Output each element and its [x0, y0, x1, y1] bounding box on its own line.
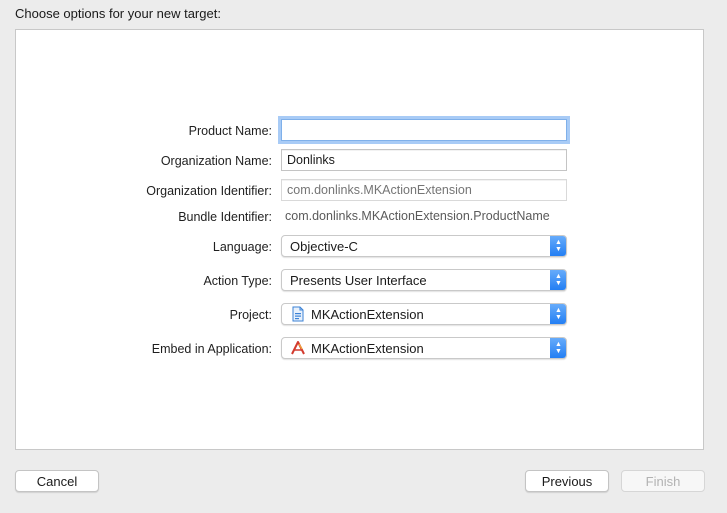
project-row: Project: MKActionExtension ▲ ▼	[16, 303, 703, 327]
embed-in-application-label: Embed in Application:	[151, 342, 272, 356]
embed-in-application-control: MKActionExtension ▲ ▼	[281, 337, 567, 359]
language-value: Objective-C	[290, 238, 358, 254]
bundle-identifier-control: com.donlinks.MKActionExtension.ProductNa…	[281, 205, 567, 227]
action-type-label: Action Type:	[203, 274, 272, 288]
language-popup[interactable]: Objective-C ▲ ▼	[281, 235, 567, 257]
organization-identifier-row: Organization Identifier:	[16, 179, 703, 203]
xcode-project-icon	[290, 306, 306, 322]
embed-in-application-value: MKActionExtension	[311, 340, 424, 356]
action-type-row: Action Type: Presents User Interface ▲ ▼	[16, 269, 703, 293]
language-row: Language: Objective-C ▲ ▼	[16, 235, 703, 259]
popup-arrows-icon: ▲ ▼	[550, 338, 566, 358]
product-name-control	[281, 119, 567, 141]
organization-identifier-control	[281, 179, 567, 201]
app-target-icon	[290, 340, 306, 356]
new-target-dialog: Choose options for your new target: Prod…	[0, 0, 727, 513]
finish-button[interactable]: Finish	[621, 470, 705, 492]
cancel-button[interactable]: Cancel	[15, 470, 99, 492]
action-type-popup[interactable]: Presents User Interface ▲ ▼	[281, 269, 567, 291]
bundle-identifier-label: Bundle Identifier:	[178, 210, 272, 224]
organization-name-field[interactable]	[281, 149, 567, 171]
organization-name-row: Organization Name:	[16, 149, 703, 173]
product-name-field[interactable]	[281, 119, 567, 141]
options-panel: Product Name: Organization Name: Organiz…	[15, 29, 704, 450]
organization-name-label: Organization Name:	[160, 154, 272, 168]
project-value: MKActionExtension	[311, 306, 424, 322]
previous-button[interactable]: Previous	[525, 470, 609, 492]
project-label: Project:	[229, 308, 272, 322]
embed-in-application-row: Embed in Application: MKActionExtension …	[16, 337, 703, 361]
action-type-value: Presents User Interface	[290, 272, 427, 288]
bundle-identifier-value: com.donlinks.MKActionExtension.ProductNa…	[285, 209, 550, 223]
product-name-row: Product Name:	[16, 119, 703, 143]
organization-identifier-label: Organization Identifier:	[146, 184, 272, 198]
dialog-heading: Choose options for your new target:	[15, 6, 221, 21]
language-label: Language:	[212, 240, 272, 254]
popup-arrows-icon: ▲ ▼	[550, 236, 566, 256]
popup-arrows-icon: ▲ ▼	[550, 270, 566, 290]
organization-identifier-field[interactable]	[281, 179, 567, 201]
product-name-label: Product Name:	[188, 124, 272, 138]
project-popup[interactable]: MKActionExtension ▲ ▼	[281, 303, 567, 325]
language-control: Objective-C ▲ ▼	[281, 235, 567, 257]
project-control: MKActionExtension ▲ ▼	[281, 303, 567, 325]
bundle-identifier-row: Bundle Identifier: com.donlinks.MKAction…	[16, 205, 703, 229]
action-type-control: Presents User Interface ▲ ▼	[281, 269, 567, 291]
organization-name-control	[281, 149, 567, 171]
embed-in-application-popup[interactable]: MKActionExtension ▲ ▼	[281, 337, 567, 359]
popup-arrows-icon: ▲ ▼	[550, 304, 566, 324]
